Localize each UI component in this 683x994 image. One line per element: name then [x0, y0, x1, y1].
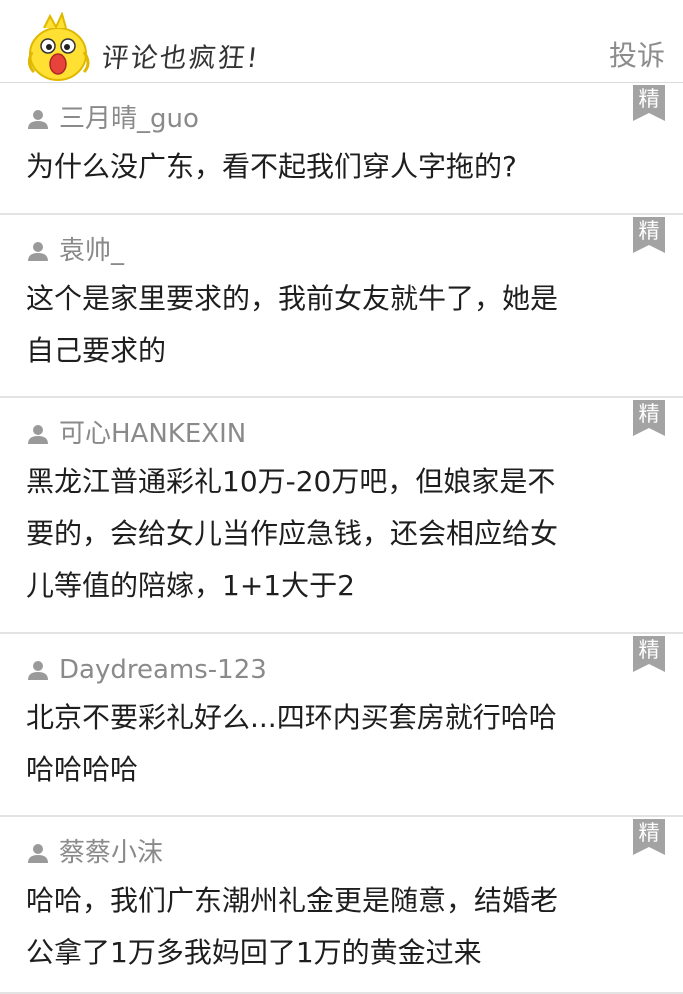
user-icon: [28, 661, 48, 680]
mascot-chick-icon: [27, 12, 90, 81]
featured-badge-label: 精: [638, 87, 660, 111]
comment-text-line: 自己要求的: [26, 334, 167, 367]
comment-username[interactable]: Daydreams-123: [27, 654, 267, 686]
username-label: 三月晴_guo: [59, 104, 199, 134]
comments-header: 评论也疯狂! 投诉: [0, 0, 683, 83]
featured-badge: 精: [633, 636, 665, 672]
comment-username[interactable]: 蔡蔡小沫: [27, 837, 163, 869]
comment-text-line: 这个是家里要求的，我前女友就牛了，她是: [26, 282, 559, 315]
featured-badge-label: 精: [638, 821, 660, 845]
comment-text-line: 北京不要彩礼好么...四环内买套房就行哈哈: [26, 701, 557, 734]
comment-text: 哈哈，我们广东潮州礼金更是随意，结婚老 公拿了1万多我妈回了1万的黄金过来: [26, 875, 659, 979]
user-icon: [28, 242, 48, 261]
user-icon: [28, 110, 48, 129]
featured-badge: 精: [633, 400, 665, 436]
featured-badge: 精: [633, 819, 665, 855]
comment-text-line: 为什么没广东，看不起我们穿人字拖的?: [26, 150, 517, 183]
comment-text-line: 哈哈哈哈: [26, 753, 139, 786]
username-label: 袁帅_: [59, 236, 125, 266]
user-icon: [28, 844, 48, 863]
featured-badge-label: 精: [638, 638, 660, 662]
report-button[interactable]: 投诉: [609, 34, 665, 74]
username-label: Daydreams-123: [59, 655, 267, 685]
comment-list: 精三月晴_guo 为什么没广东，看不起我们穿人字拖的? 精袁帅_ 这个是家里要求的，我…: [0, 83, 683, 994]
featured-badge: 精: [633, 217, 665, 253]
featured-badge: 精: [633, 85, 665, 121]
comment-item[interactable]: 精蔡蔡小沫哈哈，我们广东潮州礼金更是随意，结婚老 公拿了1万多我妈回了1万的黄金过…: [0, 817, 683, 994]
comment-text-line: 儿等值的陪嫁，1+1大于2: [26, 569, 355, 602]
username-label: 蔡蔡小沫: [59, 838, 164, 868]
comment-item[interactable]: 精三月晴_guo 为什么没广东，看不起我们穿人字拖的?: [0, 83, 683, 215]
header-slogan: 评论也疯狂!: [100, 43, 262, 74]
featured-badge-label: 精: [638, 219, 660, 243]
comment-text: 北京不要彩礼好么...四环内买套房就行哈哈 哈哈哈哈: [26, 692, 659, 796]
comment-text: 这个是家里要求的，我前女友就牛了，她是 自己要求的: [26, 273, 659, 377]
user-icon: [28, 425, 48, 444]
comment-text-line: 哈哈，我们广东潮州礼金更是随意，结婚老: [26, 884, 559, 917]
comment-username[interactable]: 袁帅_: [27, 235, 124, 267]
comment-text-line: 黑龙江普通彩礼10万-20万吧，但娘家是不: [26, 465, 556, 498]
comment-text-line: 公拿了1万多我妈回了1万的黄金过来: [26, 936, 482, 969]
comment-text-line: 要的，会给女儿当作应急钱，还会相应给女: [26, 517, 559, 550]
comment-username[interactable]: 三月晴_guo: [27, 103, 199, 135]
comment-text: 为什么没广东，看不起我们穿人字拖的?: [26, 141, 659, 193]
comment-item[interactable]: 精袁帅_ 这个是家里要求的，我前女友就牛了，她是 自己要求的: [0, 215, 683, 398]
comment-item[interactable]: 精 Daydreams-123 北京不要彩礼好么...四环内买套房就行哈哈 哈哈哈哈: [0, 634, 683, 817]
comment-item[interactable]: 精可心HANKEXIN 黑龙江普通彩礼10万-20万吧，但娘家是不 要的，会给女儿当…: [0, 398, 683, 634]
comment-username[interactable]: 可心HANKEXIN: [27, 418, 246, 450]
featured-badge-label: 精: [638, 402, 660, 426]
username-label: 可心HANKEXIN: [59, 419, 247, 449]
comment-text: 黑龙江普通彩礼10万-20万吧，但娘家是不 要的，会给女儿当作应急钱，还会相应给女…: [26, 456, 659, 612]
